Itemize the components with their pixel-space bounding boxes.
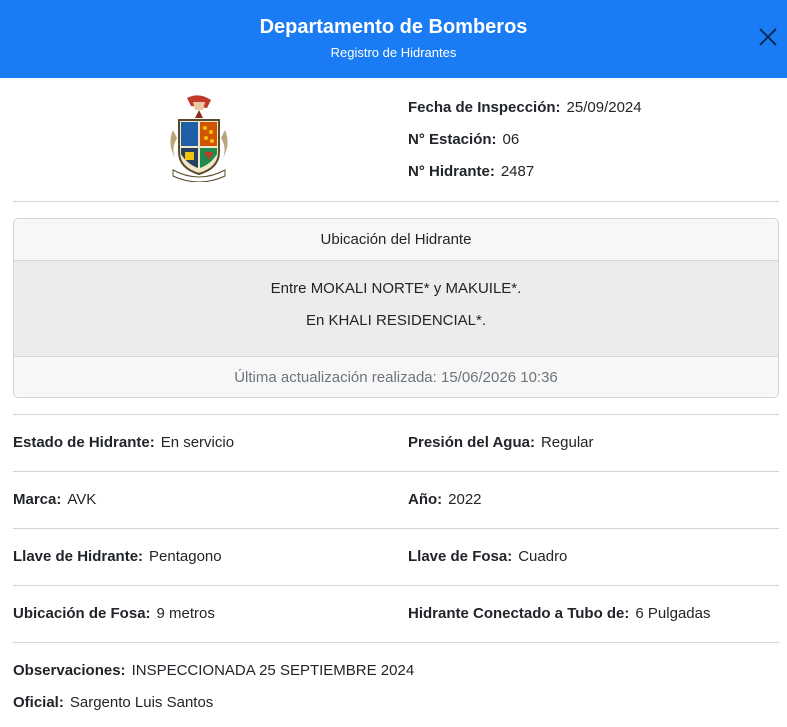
divider	[13, 414, 779, 415]
llave-hidrante-value: Pentagono	[149, 548, 222, 565]
numero-hidrante-value: 2487	[500, 163, 535, 180]
divider	[13, 585, 779, 586]
ubicacion-line-2: En KHALI RESIDENCIAL*.	[305, 312, 487, 329]
app-header: Departamento de Bomberos Registro de Hid…	[0, 0, 787, 78]
divider	[13, 528, 779, 529]
numero-hidrante-label: N° Hidrante:	[408, 163, 495, 180]
presion-agua: Presión del Agua: Regular	[408, 434, 594, 451]
llave-hidrante-label: Llave de Hidrante:	[13, 548, 144, 565]
anio-value: 2022	[448, 491, 482, 508]
estado-hidrante-label: Estado de Hidrante:	[13, 434, 155, 451]
close-icon[interactable]	[757, 26, 779, 48]
marca-label: Marca:	[13, 491, 62, 508]
divider	[13, 201, 779, 202]
fecha-inspeccion-value: 25/09/2024	[566, 99, 642, 116]
oficial-label: Oficial:	[13, 694, 64, 711]
anio-label: Año:	[408, 491, 443, 508]
presion-agua-value: Regular	[540, 434, 594, 451]
tubo-conectado: Hidrante Conectado a Tubo de: 6 Pulgadas	[408, 605, 710, 622]
page-subtitle: Registro de Hidrantes	[330, 45, 457, 60]
ubicacion-fosa-label: Ubicación de Fosa:	[13, 605, 151, 622]
ubicacion-card-title: Ubicación del Hidrante	[14, 219, 778, 261]
ubicacion-fosa-value: 9 metros	[156, 605, 215, 622]
oficial: Oficial: Sargento Luis Santos	[13, 694, 213, 711]
tubo-conectado-value: 6 Pulgadas	[635, 605, 711, 622]
numero-estacion-value: 06	[502, 131, 520, 148]
fecha-inspeccion: Fecha de Inspección: 25/09/2024	[408, 99, 642, 116]
anio: Año: 2022	[408, 491, 482, 508]
estado-hidrante-value: En servicio	[160, 434, 235, 451]
llave-fosa-label: Llave de Fosa:	[408, 548, 513, 565]
presion-agua-label: Presión del Agua:	[408, 434, 535, 451]
numero-estacion-label: N° Estación:	[408, 131, 497, 148]
fecha-inspeccion-label: Fecha de Inspección:	[408, 99, 561, 116]
page-title: Departamento de Bomberos	[259, 16, 528, 38]
observaciones-value: INSPECCIONADA 25 SEPTIEMBRE 2024	[131, 662, 415, 679]
observaciones-label: Observaciones:	[13, 662, 126, 679]
numero-hidrante: N° Hidrante: 2487	[408, 163, 534, 180]
divider	[13, 471, 779, 472]
estado-hidrante: Estado de Hidrante: En servicio	[13, 434, 234, 451]
divider	[13, 642, 779, 643]
coat-of-arms-logo	[170, 95, 228, 182]
llave-hidrante: Llave de Hidrante: Pentagono	[13, 548, 222, 565]
ubicacion-fosa: Ubicación de Fosa: 9 metros	[13, 605, 215, 622]
marca-value: AVK	[67, 491, 97, 508]
llave-fosa-value: Cuadro	[518, 548, 568, 565]
oficial-value: Sargento Luis Santos	[69, 694, 214, 711]
llave-fosa: Llave de Fosa: Cuadro	[408, 548, 567, 565]
ubicacion-card-body: Entre MOKALI NORTE* y MAKUILE*. En KHALI…	[14, 261, 778, 357]
ubicacion-card: Ubicación del Hidrante Entre MOKALI NORT…	[13, 218, 779, 398]
ultima-actualizacion: Última actualización realizada: 15/06/20…	[14, 357, 778, 397]
ubicacion-line-1: Entre MOKALI NORTE* y MAKUILE*.	[270, 280, 522, 297]
marca: Marca: AVK	[13, 491, 96, 508]
observaciones: Observaciones: INSPECCIONADA 25 SEPTIEMBR…	[13, 662, 414, 679]
tubo-conectado-label: Hidrante Conectado a Tubo de:	[408, 605, 630, 622]
numero-estacion: N° Estación: 06	[408, 131, 519, 148]
